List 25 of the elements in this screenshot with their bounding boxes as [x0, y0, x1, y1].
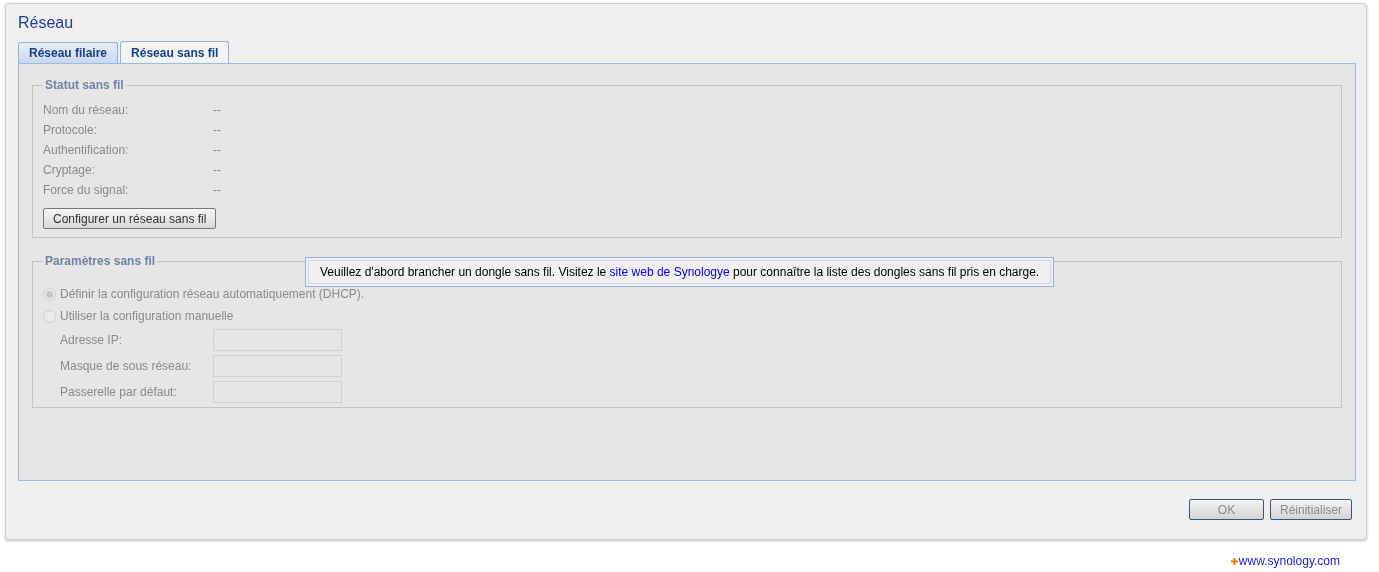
group-legend: Paramètres sans fil [43, 252, 158, 270]
field-label: Protocole: [43, 122, 99, 139]
field-label: Adresse IP: [60, 332, 124, 349]
radio-label: Utiliser la configuration manuelle [60, 308, 234, 325]
configure-button[interactable]: Configurer un réseau sans fil [43, 208, 217, 229]
field-value: -- [213, 122, 221, 139]
field-label: Passerelle par défaut: [60, 384, 178, 401]
radio-label: Définir la configuration réseau automatiquement (DHCP). [60, 286, 365, 303]
field-label: Force du signal: [43, 182, 130, 199]
tab[interactable]: Réseau filaire [18, 42, 119, 63]
website-link[interactable]: site web de Synologye [609, 265, 730, 279]
field-label: Cryptage: [43, 162, 97, 179]
group-legend: Statut sans fil [43, 76, 126, 94]
field-value: -- [213, 162, 221, 179]
tab[interactable]: Réseau sans fil [120, 41, 230, 63]
tooltip-text: Veuillez d'abord brancher un dongle sans fil. Visitez le site web de Synologye pour connaître la liste des dongles sans fil pris en charge. [320, 264, 1040, 281]
field-value: -- [213, 142, 221, 159]
window-title: Réseau [18, 13, 75, 33]
plus-icon [1230, 557, 1238, 565]
field-label: Nom du réseau: [43, 102, 130, 119]
field-label: Masque de sous réseau: [60, 358, 193, 375]
field-label: Authentification: [43, 142, 130, 159]
website-link[interactable]: www.synology.com [1238, 552, 1340, 570]
field-value: -- [213, 102, 221, 119]
field-value: -- [213, 182, 221, 199]
